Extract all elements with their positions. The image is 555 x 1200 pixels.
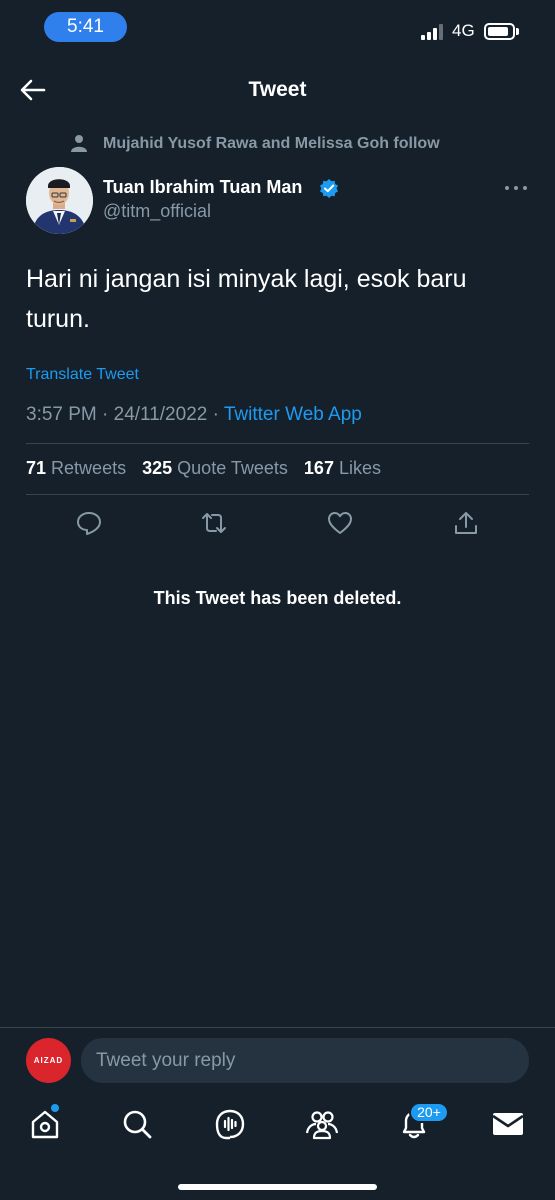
user-avatar[interactable]: AIZAD (26, 1038, 71, 1083)
reply-icon (77, 512, 101, 535)
verified-badge-icon (320, 179, 338, 198)
reply-button[interactable] (75, 509, 103, 537)
tab-search[interactable] (119, 1106, 155, 1142)
likes-count: 167 (303, 458, 334, 478)
battery-icon (484, 23, 515, 40)
spaces-icon (215, 1109, 245, 1140)
tweet-stats: 71 Retweets 325 Quote Tweets 167 Likes (26, 458, 392, 479)
share-button[interactable] (452, 509, 480, 537)
author-name[interactable]: Tuan Ibrahim Tuan Man (103, 177, 302, 198)
retweets-label: Retweets (51, 458, 127, 478)
search-icon (123, 1110, 152, 1139)
divider (26, 443, 529, 444)
quote-tweets-count: 325 (142, 458, 173, 478)
deleted-tweet-notice: This Tweet has been deleted. (153, 588, 402, 608)
battery-tip (516, 28, 519, 35)
retweets-count: 71 (26, 458, 47, 478)
retweets-stat[interactable]: 71 Retweets (26, 458, 126, 478)
notifications-badge: 20+ (409, 1102, 449, 1123)
retweet-button[interactable] (200, 509, 228, 537)
quote-tweets-stat[interactable]: 325 Quote Tweets (142, 458, 288, 478)
tab-home[interactable] (27, 1106, 63, 1142)
status-bar: 5:41 4G (0, 0, 555, 60)
battery-level (488, 27, 508, 36)
status-time[interactable]: 5:41 (44, 12, 127, 42)
communities-icon (305, 1111, 339, 1140)
heart-icon (328, 512, 352, 534)
tab-messages[interactable] (490, 1106, 526, 1142)
tweet-metadata: 3:57 PM · 24/11/2022 · Twitter Web App (26, 404, 362, 426)
like-button[interactable] (326, 509, 354, 537)
social-context-text: Mujahid Yusof Rawa and Melissa Goh follo… (103, 135, 440, 152)
page-title: Tweet (248, 78, 307, 101)
tweet-source-link[interactable]: Twitter Web App (224, 404, 362, 425)
divider (26, 494, 529, 495)
author-avatar[interactable] (26, 167, 93, 234)
more-options-icon[interactable] (505, 183, 527, 193)
tweet-detail-screen: 5:41 4G Tweet Mujahid Yusof Rawa and Mel… (0, 0, 555, 1200)
author-portrait (26, 167, 93, 234)
envelope-icon (492, 1113, 524, 1135)
home-indicator[interactable] (178, 1184, 377, 1190)
signal-icon (421, 24, 447, 40)
retweet-icon (202, 513, 226, 533)
person-icon (71, 135, 87, 152)
share-icon (455, 512, 477, 534)
network-type: 4G (452, 21, 475, 40)
tab-spaces[interactable] (212, 1106, 248, 1142)
home-icon (31, 1110, 59, 1139)
tweet-text: Hari ni jangan isi minyak lagi, esok bar… (26, 265, 467, 333)
reply-input[interactable] (81, 1038, 529, 1083)
author-handle[interactable]: @titm_official (103, 201, 211, 222)
tab-communities[interactable] (304, 1106, 340, 1142)
likes-label: Likes (338, 458, 382, 478)
quote-tweets-label: Quote Tweets (177, 458, 288, 478)
tweet-timestamp: 3:57 PM · 24/11/2022 · (26, 404, 224, 425)
reply-bar-divider (0, 1027, 555, 1028)
home-unread-dot (51, 1104, 59, 1112)
translate-tweet-link[interactable]: Translate Tweet (26, 366, 139, 384)
likes-stat[interactable]: 167 Likes (304, 458, 381, 478)
